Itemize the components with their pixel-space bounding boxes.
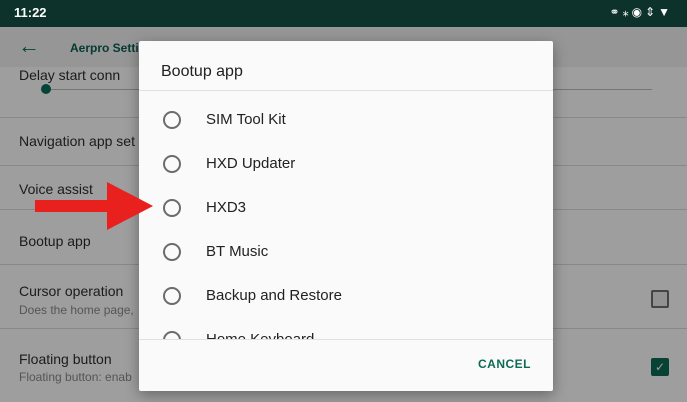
arrow-shape xyxy=(35,182,153,230)
wifi-icon: ▼ xyxy=(658,5,673,19)
option-backup-and-restore[interactable]: Backup and Restore xyxy=(139,275,553,319)
dialog-title: Bootup app xyxy=(161,63,243,80)
headphones-icon: ⚭ xyxy=(609,5,623,19)
radio-button[interactable] xyxy=(163,155,181,173)
location-icon: ◉ xyxy=(631,5,646,19)
status-time: 11:22 xyxy=(14,5,47,20)
option-hxd3[interactable]: HXD3 xyxy=(139,187,553,231)
option-label: HXD3 xyxy=(206,199,247,216)
option-bt-music[interactable]: BT Music xyxy=(139,231,553,275)
option-label: HXD Updater xyxy=(206,155,296,172)
status-bar: 11:22 ⚭⁎◉⇕▼ xyxy=(0,0,687,27)
dialog-option-list[interactable]: SIM Tool Kit HXD Updater HXD3 BT Music B… xyxy=(139,91,553,339)
radio-button[interactable] xyxy=(163,199,181,217)
radio-button[interactable] xyxy=(163,331,181,339)
option-hxd-updater[interactable]: HXD Updater xyxy=(139,143,553,187)
radio-button[interactable] xyxy=(163,287,181,305)
option-home-keyboard[interactable]: Home Keyboard xyxy=(139,319,553,339)
cancel-button[interactable]: CANCEL xyxy=(478,357,531,371)
bootup-app-dialog: Bootup app SIM Tool Kit HXD Updater HXD3… xyxy=(139,41,553,391)
radio-button[interactable] xyxy=(163,243,181,261)
bluetooth-icon: ⁎ xyxy=(622,5,632,19)
red-arrow-icon xyxy=(35,182,153,230)
option-label: Home Keyboard xyxy=(206,331,314,339)
radio-button[interactable] xyxy=(163,111,181,129)
data-icon: ⇕ xyxy=(645,5,659,19)
option-label: SIM Tool Kit xyxy=(206,111,286,128)
status-icons: ⚭⁎◉⇕▼ xyxy=(610,5,674,19)
dialog-bottom-divider xyxy=(139,339,553,340)
option-sim-tool-kit[interactable]: SIM Tool Kit xyxy=(139,99,553,143)
option-label: BT Music xyxy=(206,243,269,260)
option-label: Backup and Restore xyxy=(206,287,342,304)
